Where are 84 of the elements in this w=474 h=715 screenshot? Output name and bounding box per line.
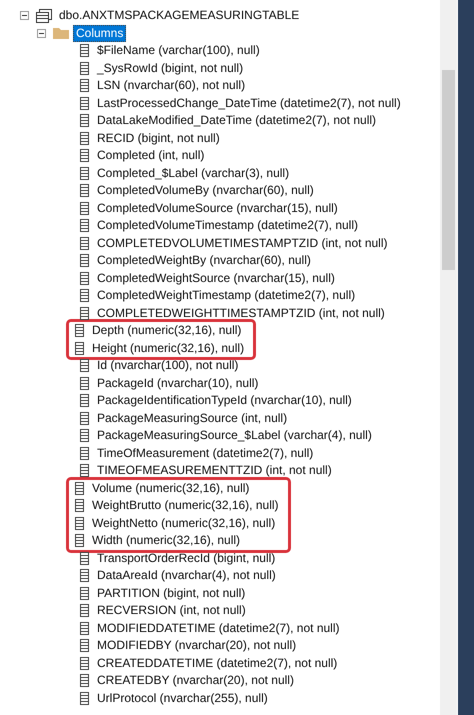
tree-item[interactable]: Height (numeric(32,16), null): [89, 340, 248, 357]
tree-item[interactable]: CREATEDBY (nvarchar(20), not null): [94, 672, 297, 690]
tree-item[interactable]: PackageMeasuringSource (int, null): [94, 410, 290, 427]
tree-item[interactable]: LSN (nvarchar(60), not null): [94, 77, 248, 94]
column-icon: [80, 44, 89, 58]
tree-item[interactable]: PackageId (nvarchar(10), null): [94, 374, 262, 392]
tree-item[interactable]: CompletedWeightSource (nvarchar(15), null): [94, 270, 338, 287]
folder-icon: [53, 27, 69, 40]
scrollbar[interactable]: [440, 0, 457, 715]
tree-item[interactable]: DataLakeModified_DateTime (datetime2(7), not null): [94, 112, 380, 130]
column-icon: [75, 482, 84, 495]
tree-item[interactable]: CompletedWeightBy (nvarchar(60), null): [94, 252, 314, 270]
tree-item[interactable]: MODIFIEDDATETIME (datetime2(7), not null): [94, 620, 342, 637]
tree-item[interactable]: CompletedVolumeTimestamp (datetime2(7), null): [94, 217, 361, 234]
tree-item[interactable]: MODIFIEDBY (nvarchar(20), not null): [94, 637, 300, 654]
column-icon: [80, 202, 89, 215]
column-icon: [80, 586, 89, 600]
collapse-icon[interactable]: [37, 28, 46, 38]
tree-item[interactable]: Volume (numeric(32,16), null): [89, 480, 252, 497]
column-icon: [80, 359, 89, 372]
tree-item[interactable]: CompletedVolumeBy (nvarchar(60), null): [94, 182, 317, 200]
tree-item[interactable]: Completed (int, null): [94, 147, 208, 164]
tree-item[interactable]: COMPLETEDVOLUMETIMESTAMPTZID (int, not null): [94, 234, 390, 252]
column-icon: [80, 412, 89, 425]
column-icon: [80, 289, 89, 302]
column-icon: [80, 254, 89, 268]
table-icon: [36, 8, 52, 23]
tree-item[interactable]: CompletedVolumeSource (nvarchar(15), null): [94, 200, 341, 217]
tree-item[interactable]: TransportOrderRecId (bigint, null): [94, 550, 278, 567]
tree-item[interactable]: CompletedWeightTimestamp (datetime2(7), null): [94, 287, 358, 304]
tree-item[interactable]: COMPLETEDWEIGHTTIMESTAMPTZID (int, not null): [94, 304, 388, 322]
column-icon: [75, 499, 84, 512]
tree-item[interactable]: CREATEDDATETIME (datetime2(7), not null): [94, 654, 340, 672]
column-icon: [75, 516, 84, 530]
column-icon: [80, 166, 89, 180]
column-icon: [75, 534, 84, 548]
column-icon: [80, 132, 89, 145]
tree-item[interactable]: dbo.ANXTMSPACKAGEMEASURINGTABLE: [56, 7, 302, 24]
column-icon: [80, 464, 89, 478]
column-icon: [80, 306, 89, 320]
column-icon: [80, 376, 89, 390]
column-icon: [80, 622, 89, 635]
tree-item[interactable]: DataAreaId (nvarchar(4), not null): [94, 567, 279, 584]
tree-item[interactable]: Id (nvarchar(100), not null): [94, 357, 242, 374]
tree-item[interactable]: Completed_$Label (varchar(3), null): [94, 164, 292, 182]
column-icon: [80, 219, 89, 232]
tree-item[interactable]: TIMEOFMEASUREMENTTZID (int, not null): [94, 462, 335, 480]
tree-item[interactable]: LastProcessedChange_DateTime (datetime2(7), not null): [94, 94, 404, 112]
column-icon: [75, 342, 84, 355]
tree-item[interactable]: WeightBrutto (numeric(32,16), null): [89, 497, 282, 514]
tree-item[interactable]: PackageIdentificationTypeId (nvarchar(10), null): [94, 392, 355, 410]
tree-item[interactable]: Depth (numeric(32,16), null): [89, 322, 244, 340]
tree-item[interactable]: TimeOfMeasurement (datetime2(7), null): [94, 444, 316, 462]
column-icon: [80, 236, 89, 250]
column-icon: [80, 552, 89, 565]
tree-item[interactable]: $FileName (varchar(100), null): [94, 42, 263, 60]
collapse-icon[interactable]: [20, 11, 29, 20]
tree-item[interactable]: _SysRowId (bigint, not null): [94, 60, 246, 77]
tree-item[interactable]: PARTITION (bigint, not null): [94, 584, 248, 602]
tree-item[interactable]: RECVERSION (int, not null): [94, 602, 249, 620]
column-icon: [80, 62, 89, 75]
column-icon: [80, 604, 89, 618]
column-icon: [80, 272, 89, 285]
column-icon: [80, 149, 89, 162]
column-icon: [80, 429, 89, 442]
tree-item[interactable]: WeightNetto (numeric(32,16), null): [89, 514, 278, 532]
column-icon: [80, 446, 89, 460]
tree-item[interactable]: UrlProtocol (nvarchar(255), null): [94, 690, 271, 707]
column-icon: [80, 79, 89, 92]
tree-item[interactable]: Width (numeric(32,16), null): [89, 532, 244, 550]
column-icon: [80, 639, 89, 652]
column-icon: [75, 324, 84, 338]
tree-item[interactable]: PackageMeasuringSource_$Label (varchar(4), null): [94, 427, 375, 444]
tree-item[interactable]: RECID (bigint, not null): [94, 130, 223, 147]
column-icon: [80, 569, 89, 582]
column-icon: [80, 692, 89, 705]
scrollbar-thumb[interactable]: [442, 70, 455, 270]
tree-item[interactable]: Columns: [73, 24, 126, 42]
column-icon: [80, 114, 89, 128]
column-icon: [80, 674, 89, 688]
column-icon: [80, 184, 89, 198]
column-icon: [80, 656, 89, 670]
column-icon: [80, 96, 89, 110]
column-icon: [80, 394, 89, 408]
